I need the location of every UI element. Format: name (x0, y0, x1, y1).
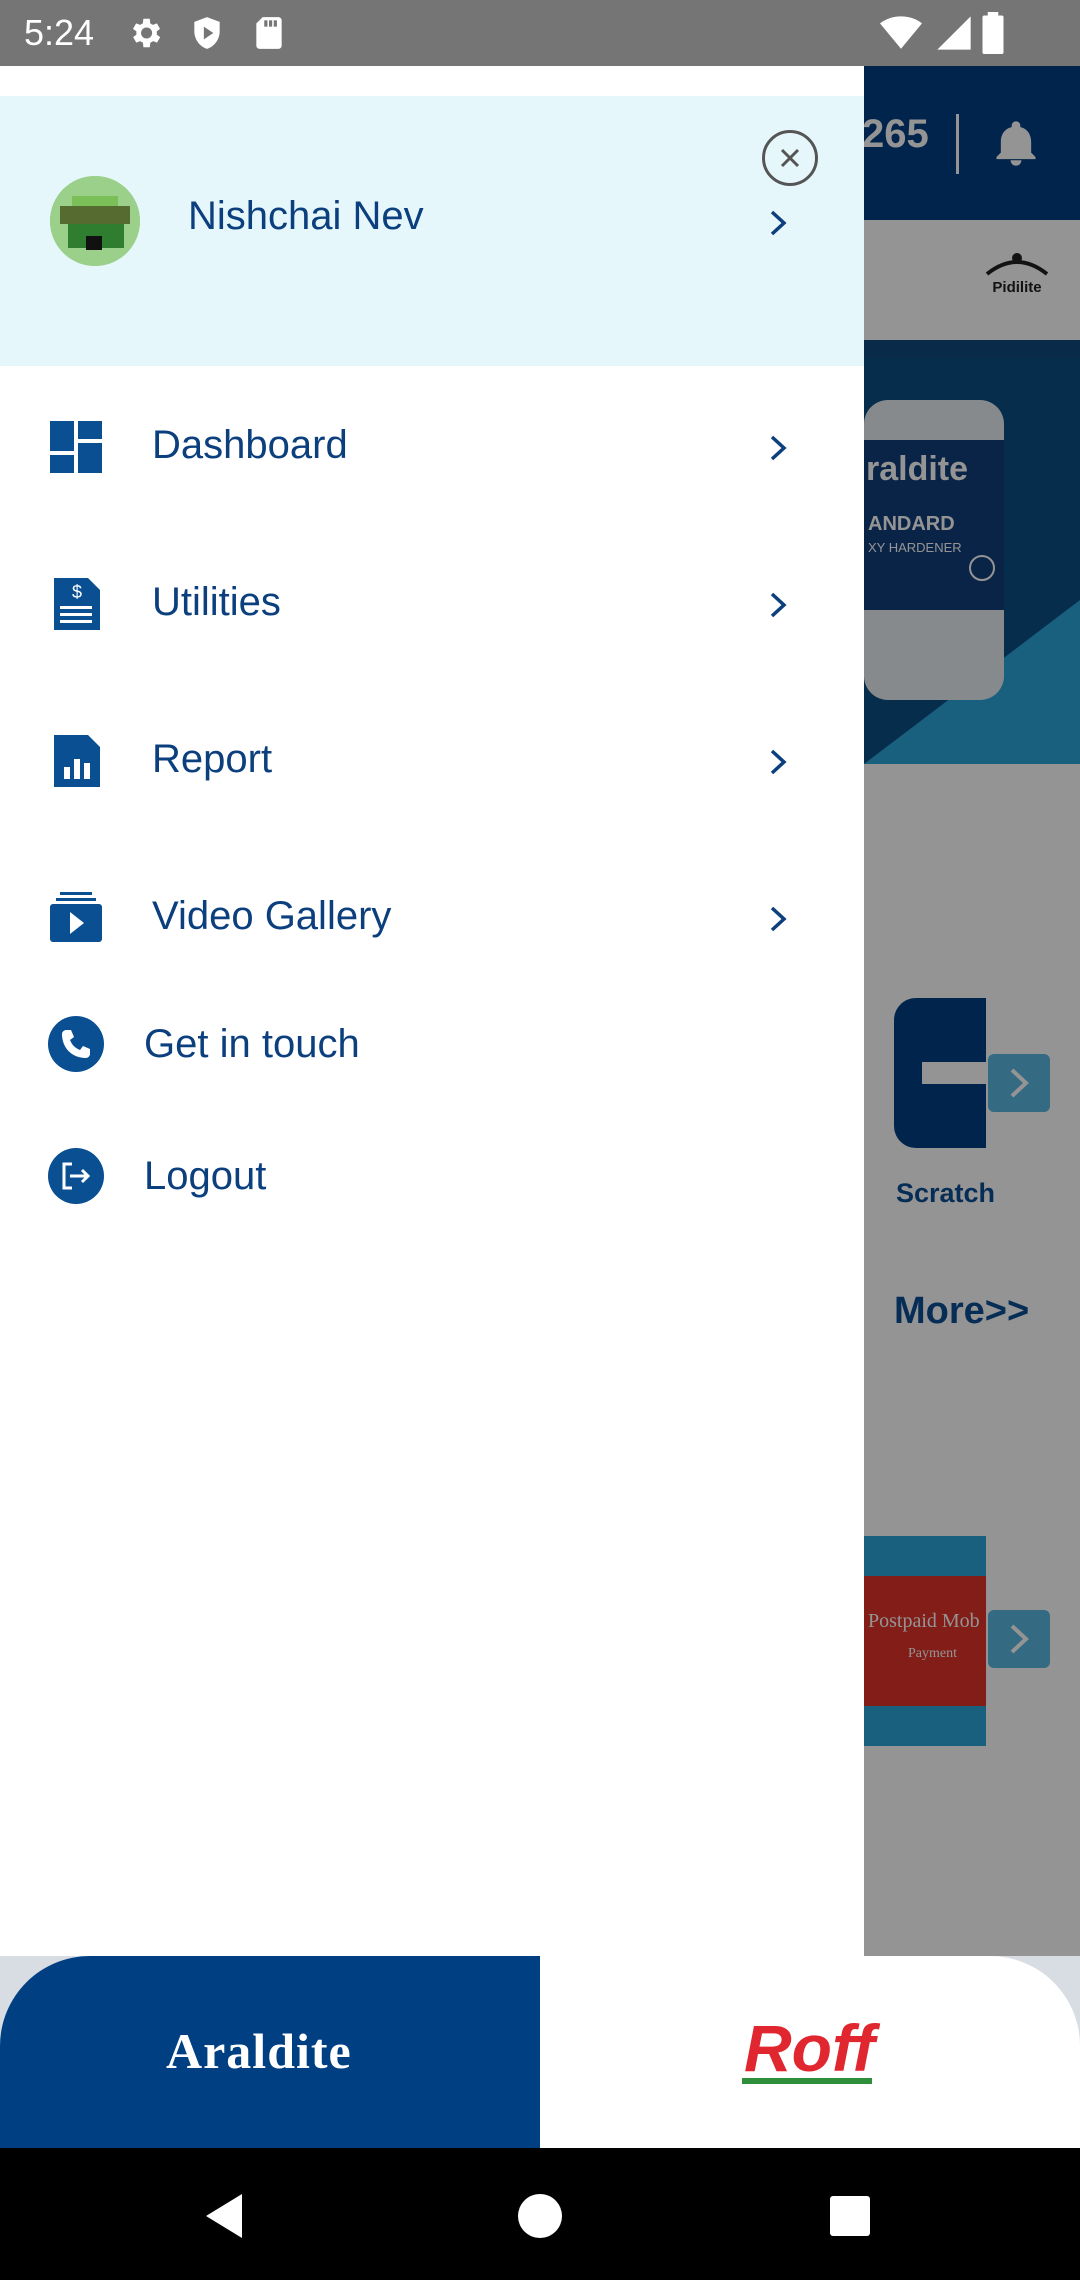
chevron-right-icon (770, 749, 787, 775)
close-icon (780, 148, 800, 168)
signal-icon (937, 16, 971, 50)
phone-icon (48, 1016, 104, 1072)
chevron-right-icon (770, 592, 787, 618)
shield-icon (194, 17, 220, 49)
menu-item-utilities[interactable]: $ Utilities (0, 540, 864, 670)
system-nav-bar (0, 2148, 1080, 2280)
menu-item-logout[interactable]: Logout (0, 1120, 864, 1240)
tab-roff[interactable]: Roff (540, 1956, 1080, 2148)
logout-icon (48, 1148, 104, 1204)
settings-icon (132, 18, 161, 48)
chevron-right-icon (770, 435, 787, 461)
menu-label-logout: Logout (144, 1154, 267, 1198)
home-icon[interactable] (512, 2188, 568, 2244)
status-time: 5:24 (24, 12, 95, 53)
close-drawer-button[interactable] (762, 130, 818, 186)
back-icon[interactable] (196, 2188, 252, 2244)
navigation-drawer: Nishchai Nev Dashboard $ Utilities Repor… (0, 66, 864, 1956)
menu-item-report[interactable]: Report (0, 697, 864, 827)
report-icon (54, 735, 100, 787)
menu-label-dashboard: Dashboard (152, 423, 348, 467)
chevron-right-icon (770, 210, 787, 236)
battery-icon (982, 12, 1004, 54)
profile-header[interactable]: Nishchai Nev (0, 96, 864, 366)
menu-label-get-in-touch: Get in touch (144, 1022, 360, 1066)
bill-icon: $ (54, 578, 100, 630)
araldite-logo: Araldite (166, 2023, 352, 2079)
chevron-right-icon (770, 906, 787, 932)
brand-tab-bar: Araldite Roff (0, 1956, 1080, 2148)
avatar (50, 176, 140, 266)
menu-label-video-gallery: Video Gallery (152, 894, 392, 938)
status-bar: 5:24 (0, 0, 1080, 66)
roff-logo: Roff (744, 2011, 875, 2085)
profile-name: Nishchai Nev (188, 194, 424, 238)
menu-label-utilities: Utilities (152, 580, 281, 624)
roff-tagline-mark (742, 2078, 872, 2084)
menu-item-dashboard[interactable]: Dashboard (0, 383, 864, 513)
recents-icon[interactable] (822, 2188, 878, 2244)
tab-araldite[interactable]: Araldite (0, 1956, 540, 2148)
dashboard-icon (50, 421, 102, 473)
svg-text:$: $ (72, 582, 82, 602)
menu-item-get-in-touch[interactable]: Get in touch (0, 988, 864, 1108)
menu-label-report: Report (152, 737, 273, 781)
menu-item-video-gallery[interactable]: Video Gallery (0, 854, 864, 984)
video-gallery-icon (50, 892, 102, 942)
sd-card-icon (256, 17, 282, 49)
wifi-icon (880, 16, 922, 49)
